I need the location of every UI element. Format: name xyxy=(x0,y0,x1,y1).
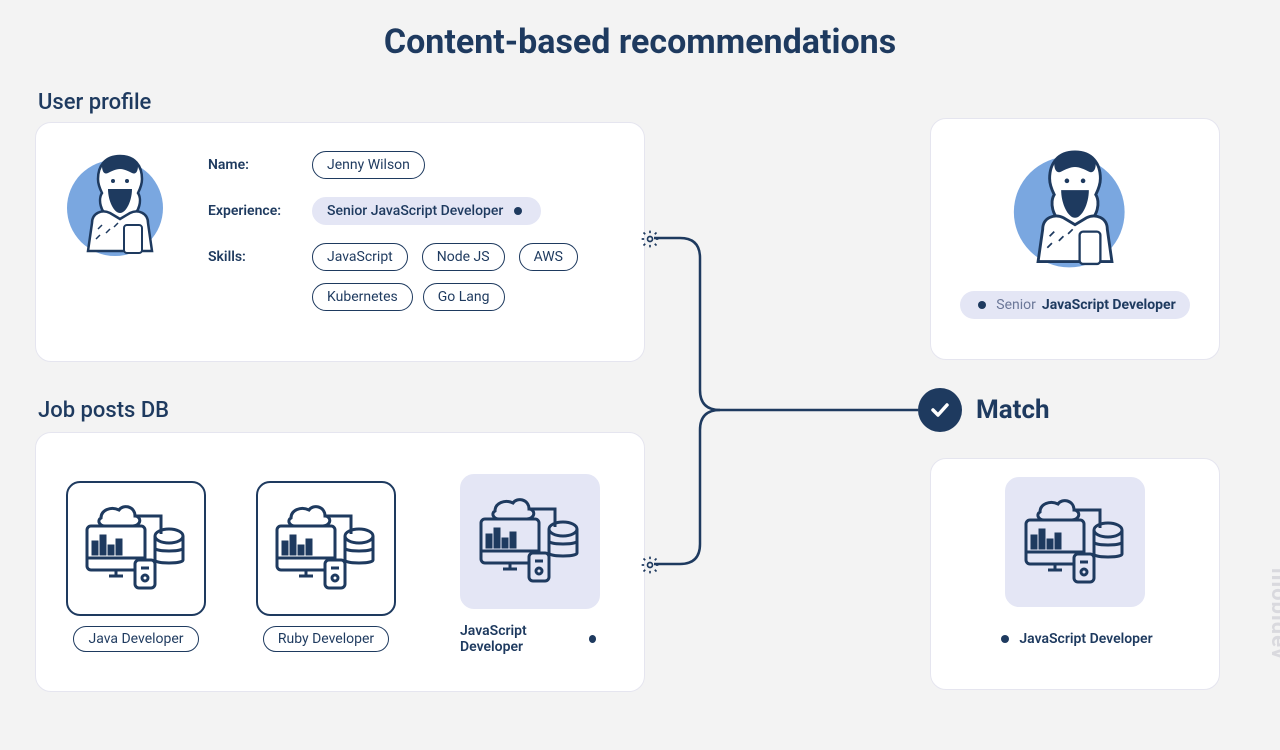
experience-value: Senior JavaScript Developer xyxy=(312,197,541,225)
skill-tag: Node JS xyxy=(422,243,505,271)
gear-icon xyxy=(640,555,660,575)
job-item: JavaScript Developer xyxy=(446,474,614,659)
server-monitor-icon xyxy=(475,491,585,591)
job-label: Java Developer xyxy=(73,626,198,652)
check-circle-icon xyxy=(918,388,962,432)
user-profile-card: Name: Jenny Wilson Experience: Senior Ja… xyxy=(35,122,645,362)
diagram-title: Content-based recommendations xyxy=(0,0,1280,62)
matched-job-tag: JavaScript Developer xyxy=(983,625,1166,653)
skill-tag: JavaScript xyxy=(312,243,408,271)
server-monitor-icon xyxy=(1020,492,1130,592)
name-label: Name: xyxy=(208,157,298,173)
avatar-icon xyxy=(1005,137,1145,287)
server-monitor-icon xyxy=(81,498,191,598)
job-icon-highlighted xyxy=(460,474,600,609)
matched-user-tag: Senior JavaScript Developer xyxy=(960,291,1189,319)
job-posts-heading: Job posts DB xyxy=(38,398,169,423)
job-item: Java Developer xyxy=(66,481,206,652)
job-icon-highlighted xyxy=(1005,477,1145,607)
user-avatar xyxy=(1005,137,1145,291)
experience-label: Experience: xyxy=(208,203,298,219)
user-avatar xyxy=(60,143,180,341)
job-icon xyxy=(66,481,206,616)
matched-user-card: Senior JavaScript Developer xyxy=(930,118,1220,360)
watermark: mobidev xyxy=(1266,568,1280,660)
name-value: Jenny Wilson xyxy=(312,151,425,179)
job-label: Ruby Developer xyxy=(263,626,389,652)
match-indicator: Match xyxy=(918,388,1050,432)
highlight-dot-icon xyxy=(589,635,596,643)
highlight-dot-icon xyxy=(978,301,986,309)
job-posts-card: Java Developer Ruby Develo xyxy=(35,432,645,692)
avatar-icon xyxy=(60,143,180,263)
highlight-dot-icon xyxy=(1001,635,1009,643)
skill-tag: AWS xyxy=(519,243,578,271)
gear-icon xyxy=(640,229,660,249)
highlight-dot-icon xyxy=(514,207,522,215)
user-profile-heading: User profile xyxy=(38,90,151,115)
skills-label: Skills: xyxy=(208,249,298,265)
matched-job-card: JavaScript Developer xyxy=(930,458,1220,690)
skill-tag: Go Lang xyxy=(423,283,505,311)
job-item: Ruby Developer xyxy=(256,481,396,652)
job-label-highlighted: JavaScript Developer xyxy=(446,619,614,659)
match-label: Match xyxy=(976,395,1050,425)
skill-tag: Kubernetes xyxy=(312,283,413,311)
server-monitor-icon xyxy=(271,498,381,598)
job-icon xyxy=(256,481,396,616)
